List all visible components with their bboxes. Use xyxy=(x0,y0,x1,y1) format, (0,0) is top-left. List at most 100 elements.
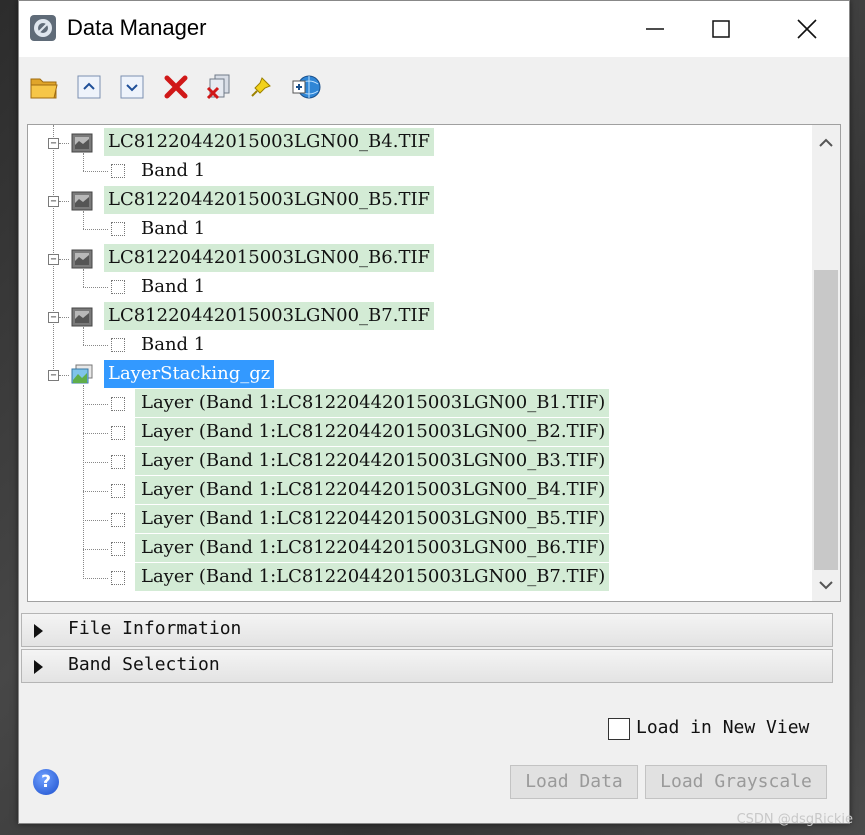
load-in-new-view-label[interactable]: Load in New View xyxy=(636,717,809,738)
collapse-down-icon xyxy=(120,75,144,99)
scroll-up-button[interactable] xyxy=(812,129,840,157)
collapse-toggle[interactable]: − xyxy=(48,196,59,207)
tree-connector xyxy=(83,433,108,434)
open-file-button[interactable] xyxy=(29,71,61,103)
title-bar: Data Manager xyxy=(19,1,849,57)
band-icon xyxy=(111,164,125,178)
band-node-label[interactable]: Band 1 xyxy=(141,331,209,359)
tree-connector xyxy=(59,375,69,376)
pin-button[interactable] xyxy=(245,71,277,103)
remove-button[interactable] xyxy=(160,71,192,103)
tree-connector xyxy=(83,462,108,463)
expand-triangle-icon xyxy=(34,660,43,674)
tree-connector xyxy=(83,549,108,550)
expand-triangle-icon xyxy=(34,624,43,638)
globe-link-icon xyxy=(292,75,321,99)
tree-connector xyxy=(83,211,84,229)
minimize-icon xyxy=(646,28,664,30)
band-node-label[interactable]: Band 1 xyxy=(141,157,209,185)
raster-file-icon xyxy=(71,307,93,327)
open-folder-icon xyxy=(30,78,58,99)
band-icon xyxy=(111,338,125,352)
file-node-label[interactable]: LC81220442015003LGN00_B7.TIF xyxy=(104,302,435,330)
globe-link-button[interactable] xyxy=(291,71,323,103)
minimize-button[interactable] xyxy=(635,9,675,49)
app-icon xyxy=(30,15,56,41)
load-data-button[interactable]: Load Data xyxy=(510,765,638,799)
data-tree-panel: − LC81220442015003LGN00_B4.TIF Band 1 − … xyxy=(27,124,841,602)
expand-all-button[interactable] xyxy=(73,71,105,103)
collapse-toggle[interactable]: − xyxy=(48,138,59,149)
tree-connector xyxy=(59,201,69,202)
tree-connector xyxy=(59,259,69,260)
tree-connector xyxy=(83,345,108,346)
collapse-toggle[interactable]: − xyxy=(48,312,59,323)
band-icon xyxy=(111,280,125,294)
layer-node-label[interactable]: Layer (Band 1:LC81220442015003LGN00_B6.T… xyxy=(135,534,610,562)
help-button[interactable]: ? xyxy=(33,769,59,795)
file-information-label: File Information xyxy=(68,618,242,639)
layer-node-label[interactable]: Layer (Band 1:LC81220442015003LGN00_B1.T… xyxy=(135,389,610,417)
band-icon xyxy=(111,426,125,440)
layer-node-label[interactable]: Layer (Band 1:LC81220442015003LGN00_B4.T… xyxy=(135,476,610,504)
tree-connector xyxy=(59,143,69,144)
file-node-label[interactable]: LC81220442015003LGN00_B4.TIF xyxy=(104,128,435,156)
band-icon xyxy=(111,222,125,236)
close-all-files-icon xyxy=(206,74,230,100)
tree-connector xyxy=(83,153,84,171)
band-selection-label: Band Selection xyxy=(68,654,220,675)
file-node-label[interactable]: LC81220442015003LGN00_B6.TIF xyxy=(104,244,435,272)
maximize-icon xyxy=(712,20,730,38)
layer-stack-icon xyxy=(71,364,93,384)
remove-red-x-icon xyxy=(164,75,188,99)
tree-connector xyxy=(83,229,108,230)
tree-connector xyxy=(83,578,108,579)
band-selection-section[interactable]: Band Selection xyxy=(21,649,833,683)
close-all-files-button[interactable] xyxy=(203,71,235,103)
load-in-new-view-checkbox[interactable] xyxy=(608,718,630,740)
raster-file-icon xyxy=(71,133,93,153)
layer-node-label[interactable]: Layer (Band 1:LC81220442015003LGN00_B5.T… xyxy=(135,505,610,533)
band-icon xyxy=(111,513,125,527)
scroll-down-button[interactable] xyxy=(812,571,840,599)
tree-connector xyxy=(83,269,84,287)
raster-file-icon xyxy=(71,249,93,269)
band-icon xyxy=(111,484,125,498)
layer-node-label[interactable]: Layer (Band 1:LC81220442015003LGN00_B3.T… xyxy=(135,447,610,475)
tree-connector xyxy=(53,125,54,375)
data-manager-window: Data Manager − LC81220442015003LGN00_B4.… xyxy=(18,0,850,824)
band-icon xyxy=(111,397,125,411)
load-grayscale-button[interactable]: Load Grayscale xyxy=(645,765,827,799)
chevron-down-icon xyxy=(819,581,833,590)
layer-node-label[interactable]: Layer (Band 1:LC81220442015003LGN00_B7.T… xyxy=(135,563,610,591)
watermark: CSDN @dsgRickie xyxy=(736,812,853,827)
file-node-label[interactable]: LC81220442015003LGN00_B5.TIF xyxy=(104,186,435,214)
layer-node-label[interactable]: Layer (Band 1:LC81220442015003LGN00_B2.T… xyxy=(135,418,610,446)
layer-stack-node-label[interactable]: LayerStacking_gz xyxy=(104,360,275,388)
raster-file-icon xyxy=(71,191,93,211)
tree-vertical-scrollbar[interactable] xyxy=(812,125,840,601)
tree-connector xyxy=(83,327,84,345)
band-node-label[interactable]: Band 1 xyxy=(141,215,209,243)
maximize-button[interactable] xyxy=(701,9,741,49)
tree-view[interactable]: − LC81220442015003LGN00_B4.TIF Band 1 − … xyxy=(28,125,810,601)
tree-connector xyxy=(83,404,108,405)
scroll-thumb[interactable] xyxy=(814,270,838,570)
expand-up-icon xyxy=(77,75,101,99)
pin-icon xyxy=(251,77,271,97)
collapse-toggle[interactable]: − xyxy=(48,370,59,381)
close-icon xyxy=(797,19,817,39)
tree-connector xyxy=(83,491,108,492)
tree-connector xyxy=(83,287,108,288)
band-node-label[interactable]: Band 1 xyxy=(141,273,209,301)
chevron-up-icon xyxy=(819,138,833,147)
tree-connector xyxy=(83,171,108,172)
toolbar xyxy=(19,57,849,119)
tree-connector xyxy=(59,317,69,318)
close-button[interactable] xyxy=(787,9,827,49)
file-information-section[interactable]: File Information xyxy=(21,613,833,647)
collapse-all-button[interactable] xyxy=(116,71,148,103)
collapse-toggle[interactable]: − xyxy=(48,254,59,265)
band-icon xyxy=(111,455,125,469)
window-title: Data Manager xyxy=(67,15,207,40)
